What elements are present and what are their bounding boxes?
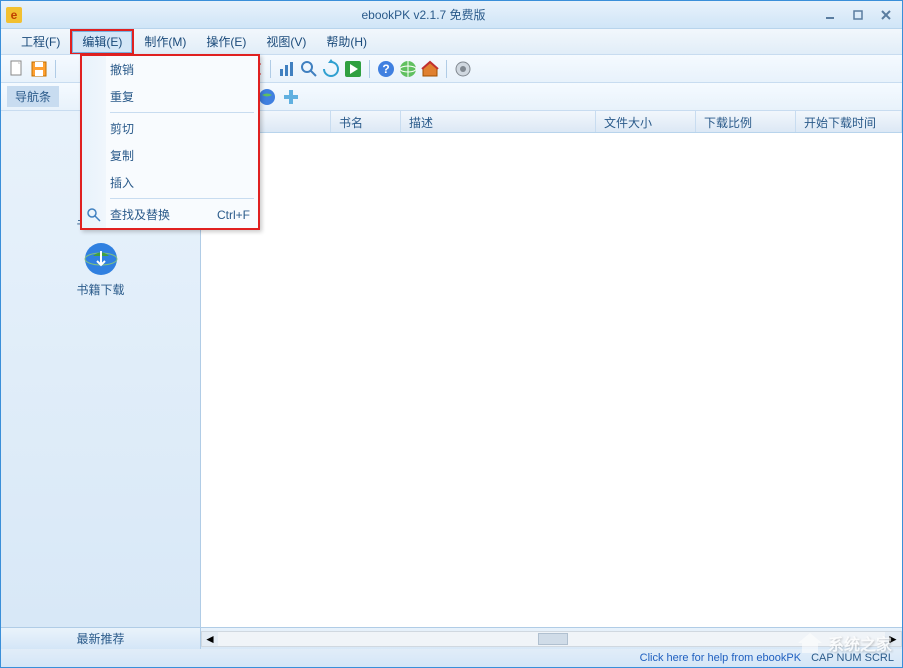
recommend-button[interactable]: 最新推荐 [1, 628, 201, 649]
search-icon [86, 207, 102, 223]
chart-icon[interactable] [277, 59, 297, 79]
search-icon[interactable] [299, 59, 319, 79]
menu-undo[interactable]: 撤销 [82, 56, 258, 83]
content-area: 书名 描述 文件大小 下载比例 开始下载时间 [201, 111, 902, 627]
home-icon[interactable] [420, 59, 440, 79]
play-icon[interactable] [343, 59, 363, 79]
toolbar-separator [270, 60, 271, 78]
edit-dropdown-menu: 撤销 重复 剪切 复制 插入 查找及替换 Ctrl+F [80, 54, 260, 230]
menu-copy[interactable]: 复制 [82, 142, 258, 169]
menu-highlight: 编辑(E) [70, 29, 134, 54]
globe-icon[interactable] [398, 59, 418, 79]
maximize-button[interactable] [846, 6, 870, 24]
app-window: e ebookPK v2.1.7 免费版 工程(F) 编辑(E) 制作(M) 操… [0, 0, 903, 668]
refresh-icon[interactable] [321, 59, 341, 79]
scroll-right-arrow[interactable]: ► [885, 632, 901, 646]
shortcut-text: Ctrl+F [217, 208, 250, 222]
dropdown-separator [110, 112, 254, 113]
scroll-thumb[interactable] [538, 633, 568, 645]
settings-icon[interactable] [453, 59, 473, 79]
table-col-name[interactable]: 书名 [331, 111, 401, 132]
menu-file[interactable]: 工程(F) [11, 29, 70, 54]
table-header: 书名 描述 文件大小 下载比例 开始下载时间 [201, 111, 902, 133]
menu-insert[interactable]: 插入 [82, 169, 258, 196]
toolbar-separator [55, 60, 56, 78]
recommend-label: 最新推荐 [76, 630, 124, 647]
save-icon[interactable] [29, 59, 49, 79]
help-icon[interactable]: ? [376, 59, 396, 79]
sidebar-item-download[interactable]: 书籍下载 [1, 233, 200, 306]
menu-edit[interactable]: 编辑(E) [72, 31, 132, 53]
world-icon[interactable] [257, 87, 277, 107]
dropdown-separator [110, 198, 254, 199]
menu-operate[interactable]: 操作(E) [196, 29, 256, 54]
download-icon [83, 241, 119, 277]
bottom-bar: 最新推荐 ◄ ► [1, 627, 902, 649]
help-link[interactable]: Click here for help from ebookPK [640, 652, 801, 664]
table-col-size[interactable]: 文件大小 [596, 111, 696, 132]
nav-label: 导航条 [7, 86, 59, 107]
add-icon[interactable] [281, 87, 301, 107]
table-col-time[interactable]: 开始下载时间 [796, 111, 902, 132]
new-icon[interactable] [7, 59, 27, 79]
menu-make[interactable]: 制作(M) [134, 29, 196, 54]
sidebar-label-download: 书籍下载 [76, 281, 124, 298]
statusbar: Click here for help from ebookPK CAP NUM… [1, 649, 902, 667]
menu-cut[interactable]: 剪切 [82, 115, 258, 142]
titlebar: e ebookPK v2.1.7 免费版 [1, 1, 902, 29]
app-icon: e [5, 6, 23, 24]
menu-redo[interactable]: 重复 [82, 83, 258, 110]
window-title: ebookPK v2.1.7 免费版 [29, 6, 818, 23]
horizontal-scrollbar[interactable]: ◄ ► [201, 631, 902, 647]
close-button[interactable] [874, 6, 898, 24]
table-col-desc[interactable]: 描述 [401, 111, 596, 132]
menu-help[interactable]: 帮助(H) [316, 29, 377, 54]
toolbar-separator [369, 60, 370, 78]
table-body [201, 133, 902, 627]
window-controls [818, 6, 898, 24]
menubar: 工程(F) 编辑(E) 制作(M) 操作(E) 视图(V) 帮助(H) [1, 29, 902, 55]
table-col-ratio[interactable]: 下载比例 [696, 111, 796, 132]
svg-text:?: ? [382, 62, 389, 76]
minimize-button[interactable] [818, 6, 842, 24]
scroll-left-arrow[interactable]: ◄ [202, 632, 218, 646]
menu-view[interactable]: 视图(V) [256, 29, 316, 54]
svg-text:e: e [11, 8, 18, 22]
toolbar-separator [446, 60, 447, 78]
menu-find-replace[interactable]: 查找及替换 Ctrl+F [82, 201, 258, 228]
status-indicators: CAP NUM SCRL [811, 652, 894, 664]
